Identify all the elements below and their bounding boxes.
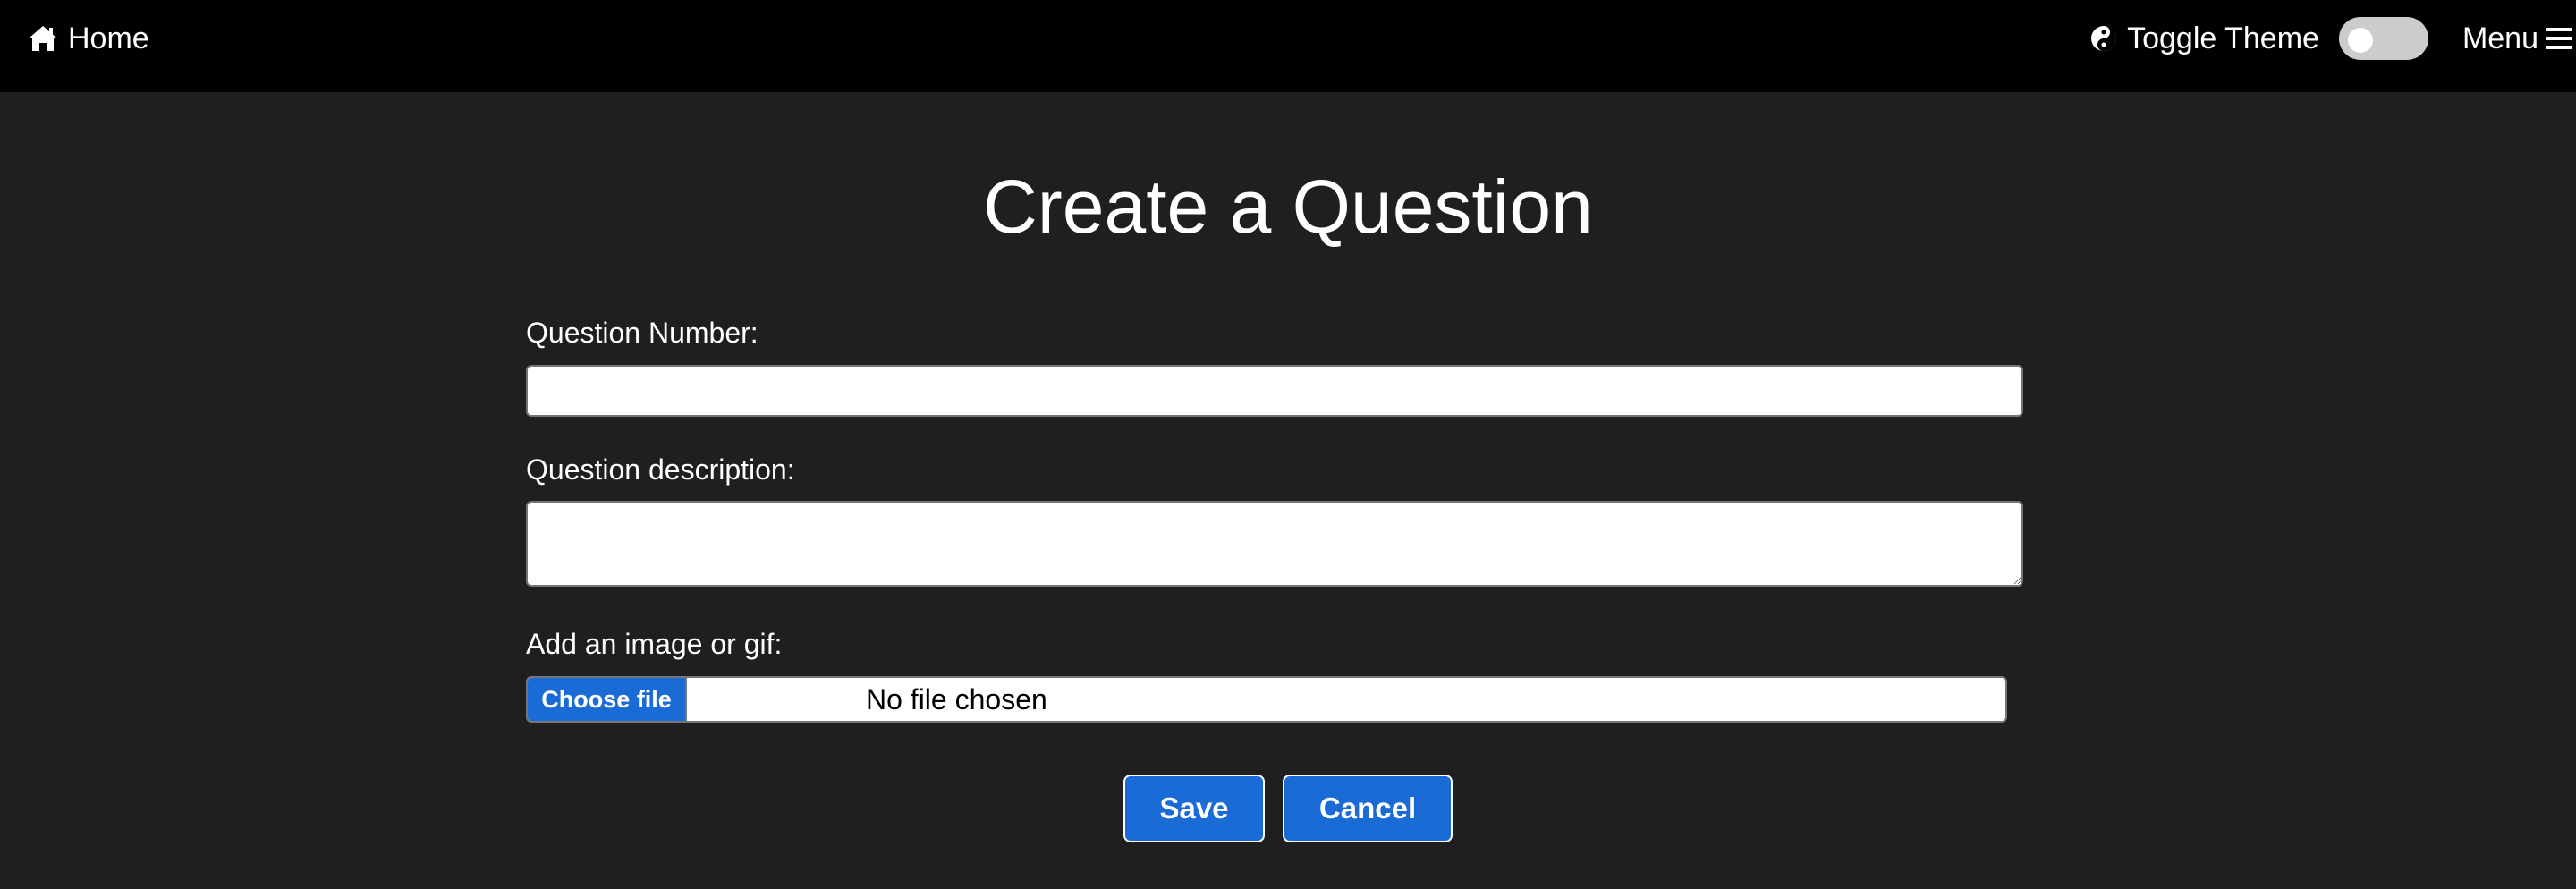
choose-file-button[interactable]: Choose file	[528, 678, 687, 721]
top-navbar: Home Toggle Theme Menu	[0, 0, 2576, 92]
menu-label: Menu	[2462, 21, 2538, 55]
menu-button[interactable]: Menu	[2462, 21, 2572, 56]
home-link[interactable]: Home	[27, 20, 149, 57]
save-button[interactable]: Save	[1123, 775, 1265, 842]
question-number-label: Question Number:	[526, 317, 758, 349]
home-label: Home	[68, 21, 149, 55]
question-description-textarea[interactable]	[526, 501, 2023, 587]
image-file-input[interactable]: Choose file No file chosen	[526, 676, 2007, 723]
file-status-text: No file chosen	[866, 682, 1047, 715]
toggle-theme-button[interactable]: Toggle Theme	[2089, 21, 2319, 56]
home-icon	[27, 24, 59, 53]
image-upload-label: Add an image or gif:	[526, 628, 783, 660]
question-description-label: Question description:	[526, 453, 795, 486]
toggle-theme-label: Toggle Theme	[2127, 21, 2319, 55]
yin-yang-icon	[2089, 24, 2118, 53]
theme-toggle-switch[interactable]	[2338, 17, 2428, 60]
hamburger-icon	[2546, 26, 2572, 51]
page-title: Create a Question	[983, 165, 1593, 249]
cancel-button[interactable]: Cancel	[1283, 775, 1453, 842]
toggle-knob	[2347, 28, 2373, 53]
question-number-input[interactable]	[526, 365, 2023, 417]
navbar-right-group: Toggle Theme Menu	[2089, 16, 2572, 61]
